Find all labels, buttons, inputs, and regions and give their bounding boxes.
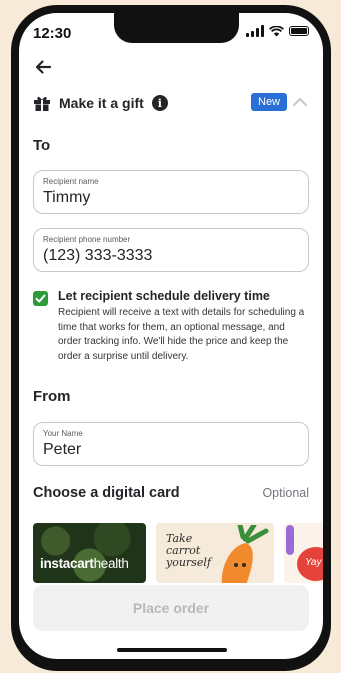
digital-card-carrot[interactable]: Take carrot yourself xyxy=(156,523,274,583)
card-brand-bold: instacart xyxy=(40,556,94,571)
to-heading: To xyxy=(33,137,51,154)
your-name-label: Your Name xyxy=(43,429,83,438)
status-icons xyxy=(246,25,309,37)
digital-card-instacart-health[interactable]: instacarthealth xyxy=(33,523,146,583)
wifi-icon xyxy=(269,25,284,36)
your-name-value[interactable]: Peter xyxy=(43,441,299,459)
recipient-phone-value[interactable]: (123) 333-3333 xyxy=(43,247,299,265)
schedule-delivery-option[interactable]: Let recipient schedule delivery time Rec… xyxy=(33,289,309,364)
home-indicator xyxy=(117,648,227,652)
schedule-checkbox[interactable] xyxy=(33,291,48,306)
digital-card-optional: Optional xyxy=(262,486,309,500)
recipient-name-label: Recipient name xyxy=(43,177,99,186)
from-heading: From xyxy=(33,388,71,405)
card-brand-light: health xyxy=(93,556,129,571)
schedule-text: Let recipient schedule delivery time Rec… xyxy=(58,289,309,364)
status-time: 12:30 xyxy=(33,25,72,42)
recipient-phone-label: Recipient phone number xyxy=(43,235,131,244)
digital-card-yay[interactable]: Yay xyxy=(284,523,323,583)
recipient-name-value[interactable]: Timmy xyxy=(43,189,299,207)
back-arrow-icon[interactable] xyxy=(33,57,53,77)
card-yay-text: Yay xyxy=(297,547,323,581)
app-screen: 12:30 Make it a gift i New To Recipient … xyxy=(19,13,323,659)
signal-icon xyxy=(246,25,264,37)
place-order-button[interactable]: Place order xyxy=(33,585,309,631)
gift-title: Make it a gift xyxy=(59,95,144,111)
new-badge: New xyxy=(251,93,288,111)
digital-card-heading: Choose a digital card xyxy=(33,485,180,501)
schedule-title: Let recipient schedule delivery time xyxy=(58,289,270,303)
recipient-name-field[interactable]: Recipient name Timmy xyxy=(33,170,309,214)
digital-card-header: Choose a digital card Optional xyxy=(33,485,309,501)
phone-notch xyxy=(114,13,239,43)
checkmark-icon xyxy=(35,294,46,303)
card-brand: instacarthealth xyxy=(40,556,129,571)
digital-card-carousel[interactable]: instacarthealth Take carrot yourself Yay xyxy=(33,523,323,583)
schedule-description: Recipient will receive a text with detai… xyxy=(58,307,305,362)
card-yay-shape xyxy=(286,525,294,555)
your-name-field[interactable]: Your Name Peter xyxy=(33,422,309,466)
info-icon[interactable]: i xyxy=(151,95,168,111)
recipient-phone-field[interactable]: Recipient phone number (123) 333-3333 xyxy=(33,228,309,272)
carrot-illustration xyxy=(221,525,269,583)
make-it-a-gift-row[interactable]: Make it a gift i New xyxy=(33,91,309,115)
battery-icon xyxy=(289,26,309,36)
chevron-up-icon[interactable] xyxy=(291,93,309,111)
gift-icon xyxy=(34,96,50,111)
